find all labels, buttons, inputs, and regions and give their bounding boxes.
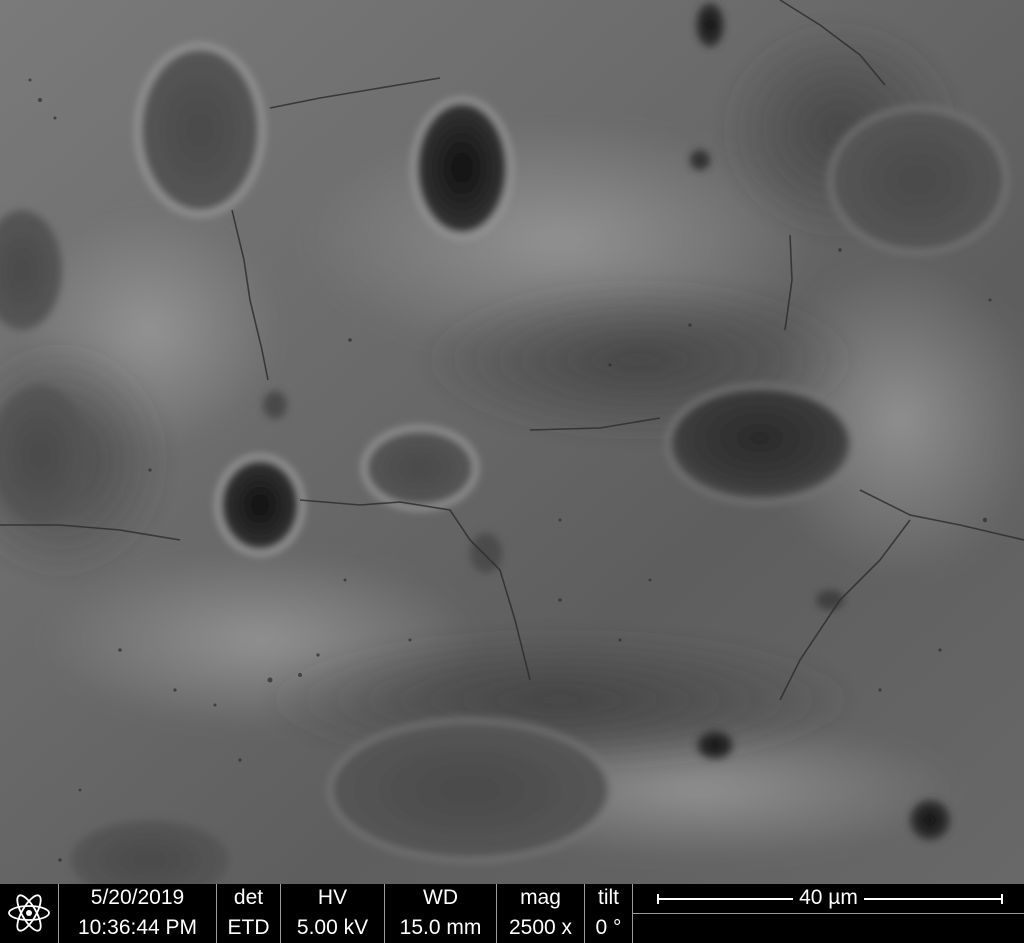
datetime-cell: 5/20/2019 10:36:44 PM xyxy=(58,884,216,943)
det-label: det xyxy=(233,886,264,909)
logo-cell xyxy=(0,884,58,943)
date-value: 5/20/2019 xyxy=(90,886,185,909)
tilt-label: tilt xyxy=(598,886,619,909)
mag-label: mag xyxy=(520,886,561,909)
hv-label: HV xyxy=(317,886,348,909)
tilt-value: 0 ° xyxy=(595,916,622,939)
sem-micrograph xyxy=(0,0,1024,884)
det-value: ETD xyxy=(227,916,270,939)
mag-value: 2500 x xyxy=(508,916,573,939)
scale-bar-cell: 40 µm xyxy=(632,884,1024,943)
hv-cell: HV 5.00 kV xyxy=(280,884,384,943)
scale-label: 40 µm xyxy=(793,886,864,909)
micrograph-surface xyxy=(0,0,1024,884)
hv-value: 5.00 kV xyxy=(296,916,369,939)
wd-cell: WD 15.0 mm xyxy=(384,884,496,943)
time-value: 10:36:44 PM xyxy=(77,916,198,939)
info-databar: 5/20/2019 10:36:44 PM det ETD HV 5.00 kV… xyxy=(0,884,1024,943)
tilt-cell: tilt 0 ° xyxy=(584,884,632,943)
atom-logo-icon xyxy=(8,894,50,932)
mag-cell: mag 2500 x xyxy=(496,884,584,943)
scale-divider xyxy=(633,913,1024,914)
wd-label: WD xyxy=(423,886,458,909)
wd-value: 15.0 mm xyxy=(399,916,482,939)
detector-cell: det ETD xyxy=(216,884,280,943)
